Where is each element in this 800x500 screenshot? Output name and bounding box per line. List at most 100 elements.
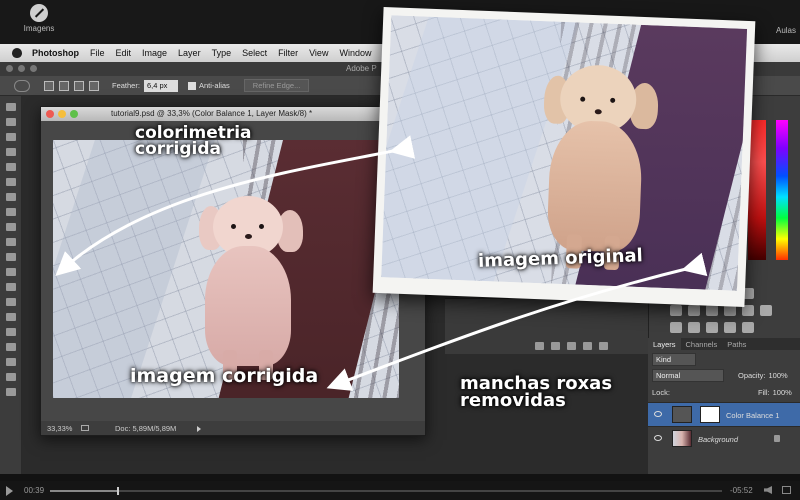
posterize-icon[interactable] xyxy=(688,322,700,333)
type-tool-icon[interactable] xyxy=(5,328,16,336)
layer-row-color-balance[interactable]: Color Balance 1 xyxy=(648,402,800,426)
menu-window[interactable]: Window xyxy=(339,48,371,58)
gradient-tool-icon[interactable] xyxy=(5,268,16,276)
adjustment-layer-icon xyxy=(672,406,692,423)
opacity-input[interactable]: 100% xyxy=(769,371,788,380)
zoom-level[interactable]: 33,33% xyxy=(47,424,72,433)
tab-paths[interactable]: Paths xyxy=(722,338,751,350)
crop-tool-icon[interactable] xyxy=(5,163,16,171)
healing-tool-icon[interactable] xyxy=(5,193,16,201)
history-panel xyxy=(445,298,648,354)
lasso-tool-icon[interactable] xyxy=(14,79,30,92)
fill-input[interactable]: 100% xyxy=(773,388,792,397)
color-spectrum-bar[interactable] xyxy=(776,120,788,260)
volume-icon[interactable] xyxy=(764,486,772,494)
threshold-icon[interactable] xyxy=(706,322,718,333)
eye-icon[interactable] xyxy=(654,435,662,441)
subtract-selection-icon[interactable] xyxy=(74,80,84,91)
antialias-label: Anti-alias xyxy=(198,81,230,90)
antialias-checkbox[interactable] xyxy=(187,81,196,90)
status-menu-arrow-icon[interactable] xyxy=(197,426,201,432)
layer-filter-select[interactable]: Kind xyxy=(652,353,696,366)
aulas-button[interactable]: Aulas xyxy=(776,26,796,35)
new-selection-icon[interactable] xyxy=(44,80,54,91)
minimize-window-button[interactable] xyxy=(18,65,25,72)
stamp-tool-icon[interactable] xyxy=(5,223,16,231)
seek-handle[interactable] xyxy=(117,487,120,495)
mask-icon[interactable] xyxy=(551,342,560,350)
annotation-manchas: manchas roxas removidas xyxy=(460,373,613,412)
document-status-bar: 33,33% Doc: 5,89M/5,89M xyxy=(41,421,425,435)
annotation-imagem-original: imagem original xyxy=(477,245,644,272)
color-balance-icon[interactable] xyxy=(688,305,700,316)
document-title: tutorial9.psd @ 33,3% (Color Balance 1, … xyxy=(111,109,313,118)
dodge-tool-icon[interactable] xyxy=(5,298,16,306)
path-select-icon[interactable] xyxy=(5,343,16,351)
quick-select-tool-icon[interactable] xyxy=(5,148,16,156)
reset-icon[interactable] xyxy=(567,342,576,350)
current-time: 00:39 xyxy=(24,486,45,495)
corrected-photo xyxy=(53,140,399,398)
menu-image[interactable]: Image xyxy=(142,48,167,58)
menu-type[interactable]: Type xyxy=(212,48,232,58)
blur-tool-icon[interactable] xyxy=(5,283,16,291)
menu-view[interactable]: View xyxy=(309,48,328,58)
fill-label: Fill: xyxy=(757,388,770,397)
doc-minimize-button[interactable] xyxy=(58,110,66,118)
color-lookup-icon[interactable] xyxy=(760,305,772,316)
lock-icon xyxy=(774,435,780,442)
trash-icon[interactable] xyxy=(599,342,608,350)
seek-bar[interactable] xyxy=(50,487,722,495)
eye-icon[interactable] xyxy=(654,411,662,417)
hue-saturation-icon[interactable] xyxy=(670,305,682,316)
lasso-tool-icon[interactable] xyxy=(5,133,16,141)
doc-close-button[interactable] xyxy=(46,110,54,118)
share-icon[interactable] xyxy=(81,425,89,431)
zoom-tool-icon[interactable] xyxy=(5,388,16,396)
play-icon[interactable] xyxy=(6,486,13,496)
hand-tool-icon[interactable] xyxy=(5,373,16,381)
history-brush-icon[interactable] xyxy=(5,238,16,246)
wrench-icon xyxy=(30,4,48,22)
refine-edge-button[interactable]: Refine Edge... xyxy=(243,79,310,92)
zoom-window-button[interactable] xyxy=(30,65,37,72)
black-white-icon[interactable] xyxy=(706,305,718,316)
pen-tool-icon[interactable] xyxy=(5,313,16,321)
close-window-button[interactable] xyxy=(6,65,13,72)
feather-input[interactable]: 6,4 px xyxy=(143,79,178,92)
tab-layers[interactable]: Layers xyxy=(648,338,681,350)
eraser-tool-icon[interactable] xyxy=(5,253,16,261)
doc-zoom-button[interactable] xyxy=(70,110,78,118)
brush-tool-icon[interactable] xyxy=(5,208,16,216)
layer-mask-thumbnail[interactable] xyxy=(700,406,720,423)
menu-edit[interactable]: Edit xyxy=(116,48,132,58)
add-selection-icon[interactable] xyxy=(59,80,69,91)
selective-color-icon[interactable] xyxy=(742,322,754,333)
images-button[interactable]: Imagens xyxy=(22,4,56,33)
menu-filter[interactable]: Filter xyxy=(278,48,298,58)
gradient-map-icon[interactable] xyxy=(724,322,736,333)
layer-row-background[interactable]: Background xyxy=(648,426,800,450)
intersect-selection-icon[interactable] xyxy=(89,80,99,91)
menu-app-name[interactable]: Photoshop xyxy=(32,48,79,58)
menu-layer[interactable]: Layer xyxy=(178,48,201,58)
feather-label: Feather: xyxy=(112,81,140,90)
invert-icon[interactable] xyxy=(670,322,682,333)
visibility-icon[interactable] xyxy=(583,342,592,350)
new-snapshot-icon[interactable] xyxy=(535,342,544,350)
eyedropper-tool-icon[interactable] xyxy=(5,178,16,186)
blend-mode-select[interactable]: Normal xyxy=(652,369,724,382)
tab-channels[interactable]: Channels xyxy=(681,338,723,350)
photoshop-window-title: Adobe P xyxy=(346,64,377,73)
layer-thumbnail xyxy=(672,430,692,447)
layers-panel: Layers Channels Paths Kind Normal Opacit… xyxy=(648,338,800,474)
move-tool-icon[interactable] xyxy=(5,103,16,111)
menu-select[interactable]: Select xyxy=(242,48,267,58)
marquee-tool-icon[interactable] xyxy=(5,118,16,126)
apple-icon[interactable] xyxy=(12,48,22,58)
lock-label: Lock: xyxy=(652,388,670,397)
shape-tool-icon[interactable] xyxy=(5,358,16,366)
fullscreen-icon[interactable] xyxy=(782,486,791,494)
menu-file[interactable]: File xyxy=(90,48,105,58)
layer-name: Background xyxy=(698,435,739,444)
